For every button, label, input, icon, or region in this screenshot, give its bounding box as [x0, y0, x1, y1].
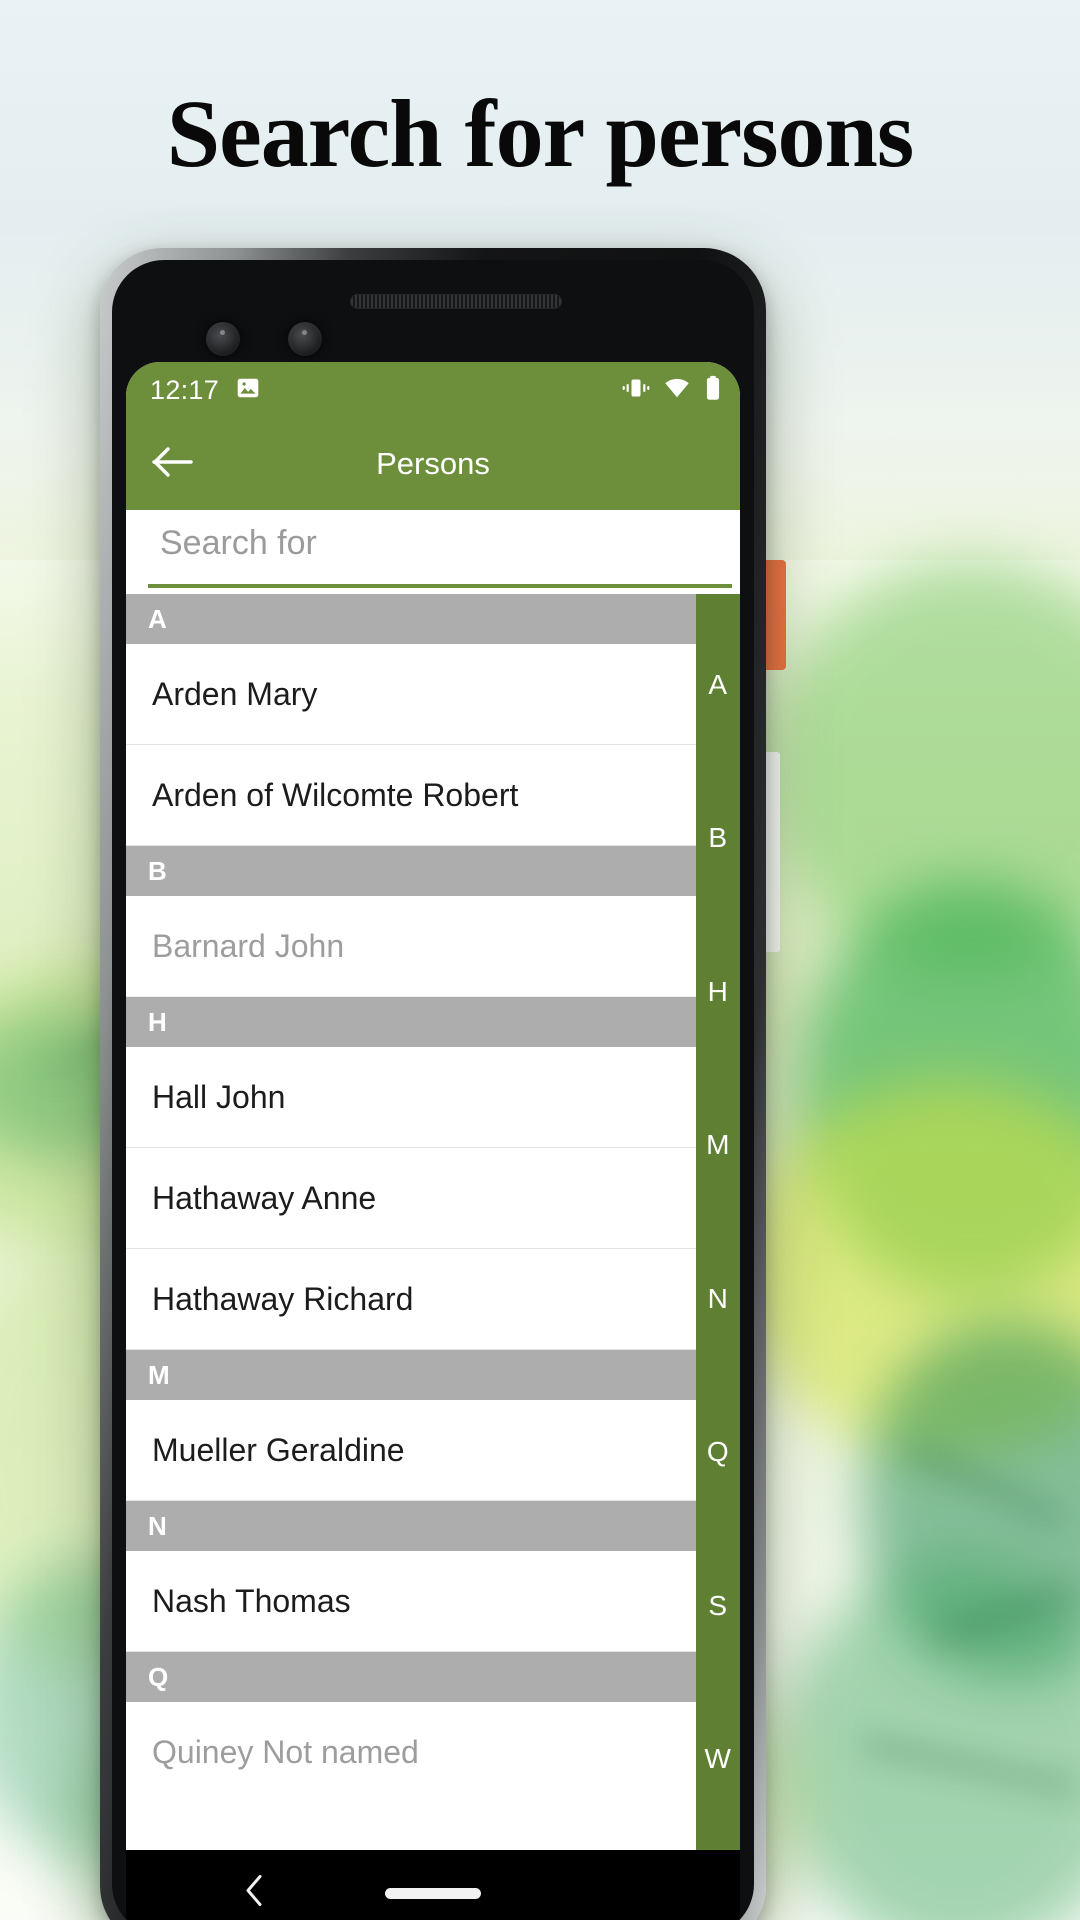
list-item[interactable]: Arden Mary	[126, 644, 696, 745]
status-bar-notification-icons	[235, 375, 261, 406]
list-item[interactable]: Arden of Wilcomte Robert	[126, 745, 696, 846]
status-bar-system-icons	[622, 375, 722, 406]
list-item[interactable]: Hathaway Richard	[126, 1249, 696, 1350]
list-item[interactable]: Hathaway Anne	[126, 1148, 696, 1249]
section-header: N	[126, 1501, 696, 1551]
nav-back-icon	[244, 1875, 266, 1912]
alphabet-index-letter[interactable]: S	[708, 1591, 727, 1620]
vibrate-icon	[622, 375, 650, 406]
alphabet-index-letter[interactable]: Q	[707, 1438, 729, 1466]
section-header: M	[126, 1350, 696, 1400]
list-item[interactable]: Barnard John	[126, 896, 696, 997]
section-header: A	[126, 594, 696, 644]
list-item[interactable]: Nash Thomas	[126, 1551, 696, 1652]
section-header: H	[126, 997, 696, 1047]
app-bar-title: Persons	[376, 446, 490, 481]
arrow-back-icon	[152, 445, 194, 484]
search-underline	[148, 584, 732, 588]
wifi-icon	[663, 375, 691, 406]
android-navigation-bar	[126, 1850, 740, 1920]
front-camera-secondary-icon	[288, 322, 322, 356]
persons-list[interactable]: A Arden Mary Arden of Wilcomte Robert B Barn…	[126, 594, 696, 1850]
phone-bezel: 12:17 Persons Search for A Arden Mary Ar…	[112, 260, 754, 1920]
alphabet-index-letter[interactable]: B	[708, 824, 727, 852]
search-container	[126, 510, 740, 594]
list-item[interactable]: Mueller Geraldine	[126, 1400, 696, 1501]
alphabet-index-letter[interactable]: M	[706, 1131, 730, 1159]
list-area: A Arden Mary Arden of Wilcomte Robert B Barn…	[126, 594, 740, 1850]
alphabet-index-letter[interactable]: A	[708, 670, 727, 699]
status-bar-clock: 12:17	[150, 374, 220, 405]
nav-back-button[interactable]	[244, 1874, 266, 1913]
battery-icon	[704, 375, 722, 406]
image-icon	[235, 375, 261, 406]
app-screen: 12:17 Persons Search for A Arden Mary Ar…	[126, 362, 740, 1920]
status-bar: 12:17	[126, 362, 740, 418]
section-header: Q	[126, 1652, 696, 1702]
section-header: B	[126, 846, 696, 896]
search-input[interactable]	[126, 510, 740, 586]
front-camera-icon	[206, 322, 240, 356]
page-title: Search for persons	[166, 80, 914, 187]
list-item[interactable]: Quiney Not named	[126, 1702, 696, 1803]
home-pill-button[interactable]	[385, 1887, 481, 1899]
alphabet-index-bar[interactable]: A B H M N Q S W	[696, 594, 740, 1850]
alphabet-index-letter[interactable]: N	[708, 1284, 729, 1313]
app-bar: Persons	[126, 418, 740, 510]
alphabet-index-letter[interactable]: W	[705, 1745, 732, 1773]
phone-mockup: 12:17 Persons Search for A Arden Mary Ar…	[100, 248, 766, 1920]
list-item[interactable]: Hall John	[126, 1047, 696, 1148]
alphabet-index-letter[interactable]: H	[708, 977, 729, 1006]
back-button[interactable]	[148, 439, 198, 489]
earpiece-speaker-icon	[350, 294, 562, 309]
